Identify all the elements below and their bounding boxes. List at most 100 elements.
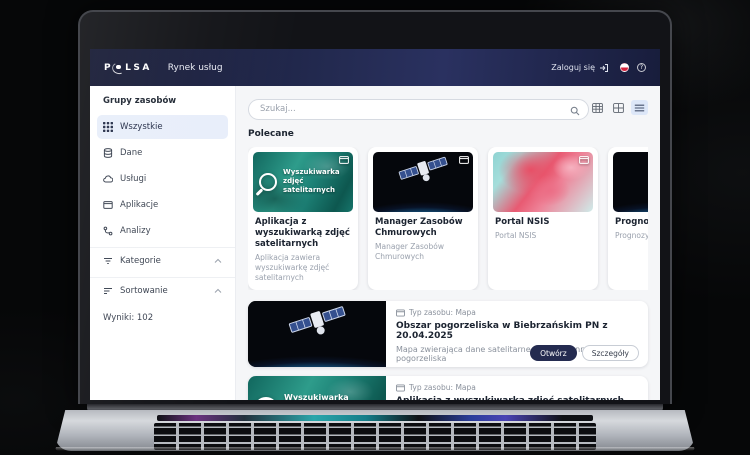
featured-carousel: Wyszukiwarka zdjęć satelitarnych Aplikac… [248, 146, 648, 291]
grid-icon [103, 122, 113, 132]
thumbnail-overlay-text: Wyszukiwarka zdjęć satelitarnych [283, 167, 340, 195]
laptop-keys [154, 423, 596, 450]
list-item-body: Typ zasobu: Mapa Aplikacja z wyszukiwark… [386, 376, 648, 400]
app-title: Rynek usług [167, 62, 223, 73]
list-item-actions: Otwórz Szczegóły [530, 345, 639, 362]
flow-icon [103, 226, 113, 236]
laptop-touchbar [157, 415, 593, 421]
thumbnail-overlay: Wyszukiwarka zdjęć satelitarnych [253, 152, 353, 212]
grid-dense-icon [592, 102, 603, 113]
sidebar-item-label: Analizy [120, 226, 151, 236]
brand-letters: LSA [125, 62, 152, 73]
card-thumbnail [493, 151, 593, 212]
search-input[interactable] [248, 98, 589, 120]
card-title: Portal NSIS [495, 216, 550, 227]
resource-type-label: Typ zasobu: Mapa [409, 308, 476, 318]
sidebar-section-sortowanie[interactable]: Sortowanie [90, 277, 235, 303]
laptop-keyboard-deck [55, 410, 695, 451]
magnifier-icon [254, 397, 278, 400]
card-thumbnail: Wyszukiwarka zdjęć satelitarnych [253, 151, 353, 212]
filter-icon [104, 257, 112, 264]
resource-type-row: Typ zasobu: Mapa [396, 383, 638, 392]
card-title: Aplikacja z wyszukiwarką zdjęć satelitar… [255, 216, 350, 249]
featured-card[interactable]: → Prognozy Prognozy kli [608, 146, 648, 291]
sort-icon [104, 287, 112, 294]
login-icon [600, 63, 608, 72]
featured-heading: Polecane [248, 128, 294, 139]
laptop-screen: P LSA Rynek usług Zaloguj się ? Grupy za… [78, 10, 672, 404]
featured-card[interactable]: Manager Zasobów Chmurowych Manager Zasob… [368, 146, 478, 291]
login-label: Zaloguj się [551, 63, 595, 72]
list-item: Typ zasobu: Mapa Obszar pogorzeliska w B… [248, 301, 648, 368]
card-title: Manager Zasobów Chmurowych [375, 216, 463, 238]
list-item-body: Typ zasobu: Mapa Obszar pogorzeliska w B… [386, 301, 648, 367]
card-description: Portal NSIS [495, 230, 537, 240]
sidebar-item-uslugi[interactable]: Usługi [97, 167, 228, 191]
open-button[interactable]: Otwórz [530, 345, 577, 362]
laptop-base [55, 404, 695, 451]
chevron-up-icon [214, 258, 222, 263]
sidebar-item-label: Usługi [120, 174, 147, 184]
search-icon [570, 101, 580, 120]
sidebar-item-dane[interactable]: Dane [97, 141, 228, 165]
browser-viewport: P LSA Rynek usług Zaloguj się ? Grupy za… [90, 49, 660, 400]
app-window-icon [396, 309, 405, 317]
sidebar-item-label: Dane [120, 148, 143, 158]
search-box [248, 96, 589, 120]
laptop-front-edge [55, 447, 695, 451]
card-thumbnail [373, 151, 473, 212]
satellite-illustration [288, 306, 346, 335]
list-item-thumbnail [248, 301, 386, 368]
sidebar-item-wszystkie[interactable]: Wszystkie [97, 115, 228, 139]
card-description: Prognozy kli [615, 230, 648, 240]
card-title: Prognozy [615, 216, 648, 227]
sidebar-section-label: Kategorie [120, 255, 161, 266]
orbit-o-icon [114, 64, 122, 72]
content-area: Polecane Wyszukiwarka zdjęć satelitarnyc… [236, 86, 660, 400]
view-grid-button[interactable] [610, 100, 627, 115]
list-item-title: Obszar pogorzeliska w Biebrzańskim PN z … [396, 321, 608, 342]
language-flag-pl[interactable] [620, 63, 629, 72]
results-count: Wyniki: 102 [103, 313, 154, 323]
polsa-logo[interactable]: P LSA [104, 63, 152, 73]
view-toggle-group [589, 100, 648, 116]
resource-type-row: Typ zasobu: Mapa [396, 308, 638, 317]
app-window-icon [579, 155, 589, 164]
card-thumbnail: → [613, 151, 648, 212]
featured-card[interactable]: Wyszukiwarka zdjęć satelitarnych Aplikac… [248, 146, 358, 291]
list-item-title: Aplikacja z wyszukiwarką zdjęć satelitar… [396, 396, 638, 400]
sidebar: Grupy zasobów Wszystkie Dane Usługi Apli… [90, 86, 236, 400]
list-item-thumbnail: Wyszukiwarka zdjęć satelitarnych [248, 376, 386, 400]
grid-2x2-icon [613, 102, 624, 113]
sidebar-item-analizy[interactable]: Analizy [97, 219, 228, 243]
app-window-icon [339, 155, 349, 164]
featured-card[interactable]: Portal NSIS Portal NSIS [488, 146, 598, 291]
thumbnail-overlay-text: Wyszukiwarka zdjęć satelitarnych [284, 393, 349, 400]
sidebar-item-aplikacje[interactable]: Aplikacje [97, 193, 228, 217]
database-icon [103, 148, 113, 158]
details-button[interactable]: Szczegóły [581, 345, 639, 362]
sidebar-section-kategorie[interactable]: Kategorie [90, 247, 235, 273]
list-item: Wyszukiwarka zdjęć satelitarnych Typ zas… [248, 376, 648, 400]
sidebar-group-header: Grupy zasobów [103, 96, 177, 106]
view-grid-dense-button[interactable] [589, 100, 606, 115]
app-window-icon [396, 384, 405, 392]
main-layout: Grupy zasobów Wszystkie Dane Usługi Apli… [90, 86, 660, 400]
satellite-illustration [398, 156, 448, 181]
resource-type-label: Typ zasobu: Mapa [409, 383, 476, 393]
search-row [248, 96, 648, 120]
login-button[interactable]: Zaloguj się [551, 63, 609, 73]
list-icon [634, 104, 645, 112]
help-button[interactable]: ? [637, 63, 646, 72]
resource-list: Typ zasobu: Mapa Obszar pogorzeliska w B… [248, 301, 648, 400]
chevron-up-icon [214, 288, 222, 293]
cloud-icon [103, 175, 113, 183]
view-list-button[interactable] [631, 100, 648, 116]
sidebar-section-label: Sortowanie [120, 285, 168, 296]
thumbnail-overlay: Wyszukiwarka zdjęć satelitarnych [248, 376, 386, 400]
magnifier-icon [259, 172, 277, 191]
app-header: P LSA Rynek usług Zaloguj się ? [90, 49, 660, 86]
sidebar-item-label: Aplikacje [120, 200, 159, 210]
app-window-icon [459, 155, 469, 164]
sidebar-item-label: Wszystkie [120, 122, 163, 132]
